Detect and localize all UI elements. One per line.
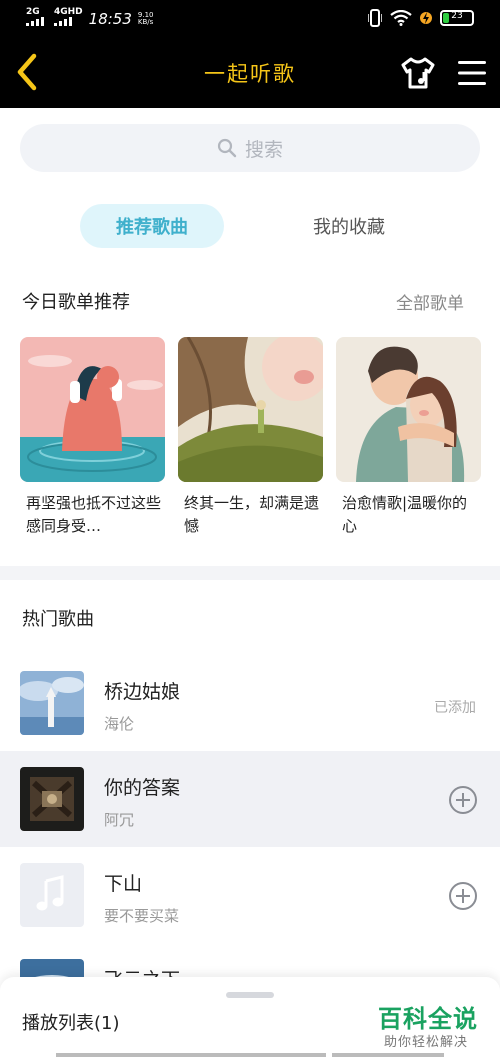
nav-bar-segment bbox=[332, 1053, 444, 1057]
clock: 18:53 bbox=[88, 9, 132, 28]
search-bar[interactable]: 搜索 bbox=[20, 124, 480, 172]
playlist-name: 终其一生，却满是遗憾 bbox=[184, 494, 320, 535]
signal-indicators: 2G bbox=[26, 8, 48, 29]
song-thumbnail bbox=[20, 767, 84, 831]
add-circle-icon[interactable] bbox=[448, 881, 478, 911]
status-right: 23 bbox=[368, 9, 474, 27]
network-4g-label: 4GHD bbox=[54, 7, 83, 17]
song-row[interactable]: 桥边姑娘 海伦 已添加 bbox=[0, 655, 500, 751]
playlist-card[interactable]: 治愈情歌|温暖你的心 bbox=[336, 337, 481, 538]
signal-indicators-2: 4GHD bbox=[54, 8, 83, 29]
song-title: 桥边姑娘 bbox=[104, 681, 181, 703]
song-artist: 阿冗 bbox=[104, 811, 135, 829]
song-row[interactable]: 你的答案 阿冗 bbox=[0, 751, 500, 847]
song-thumbnail bbox=[20, 671, 84, 735]
all-playlists-link[interactable]: 全部歌单 bbox=[396, 289, 464, 314]
playlist-count-label: 播放列表(1) bbox=[22, 1013, 120, 1034]
signal-icon-2 bbox=[54, 17, 72, 26]
playlist-cover bbox=[20, 337, 165, 482]
net-speed: 9.10 KB/s bbox=[137, 11, 154, 26]
watermark-slogan: 助你轻松解决 bbox=[384, 1035, 469, 1050]
song-title: 下山 bbox=[104, 873, 143, 895]
search-placeholder: 搜索 bbox=[244, 138, 283, 161]
playlist-cover bbox=[178, 337, 323, 482]
music-note-icon bbox=[36, 875, 64, 911]
signal-icon bbox=[26, 17, 44, 26]
playlists-section-title: 今日歌单推荐 bbox=[22, 292, 130, 313]
charging-icon bbox=[420, 12, 432, 24]
watermark-brand: 百科全说 bbox=[378, 1005, 478, 1033]
sheet-drag-handle[interactable] bbox=[226, 992, 274, 998]
song-row[interactable]: 下山 要不要买菜 bbox=[0, 847, 500, 943]
battery-icon: 23 bbox=[440, 10, 474, 26]
playlist-cover bbox=[336, 337, 481, 482]
status-left: 2G 4GHD 18:53 9.10 KB/s bbox=[26, 8, 153, 29]
status-bar: 2G 4GHD 18:53 9.10 KB/s 23 bbox=[0, 0, 500, 36]
hot-songs-title: 热门歌曲 bbox=[22, 609, 94, 630]
add-circle-icon[interactable] bbox=[448, 785, 478, 815]
playlist-card[interactable]: 终其一生，却满是遗憾 bbox=[178, 337, 323, 538]
net-speed-unit: KB/s bbox=[137, 17, 154, 26]
tshirt-icon[interactable] bbox=[400, 56, 436, 90]
playlist-card[interactable]: 再坚强也抵不过这些感同身受… bbox=[20, 337, 165, 538]
song-title: 你的答案 bbox=[104, 777, 181, 799]
network-2g-label: 2G bbox=[26, 7, 40, 17]
search-icon bbox=[217, 138, 237, 158]
song-thumbnail bbox=[20, 863, 84, 927]
tab-favorites[interactable]: 我的收藏 bbox=[282, 204, 416, 248]
menu-icon[interactable] bbox=[456, 58, 488, 88]
app-header: 一起听歌 bbox=[0, 36, 500, 108]
nav-bar-segment bbox=[56, 1053, 326, 1057]
wifi-icon bbox=[390, 10, 412, 26]
playlist-name: 再坚强也抵不过这些感同身受… bbox=[26, 494, 162, 535]
playlist-sheet[interactable]: 播放列表(1) 百科全说 助你轻松解决 bbox=[0, 977, 500, 1057]
section-divider bbox=[0, 566, 500, 580]
tab-recommended[interactable]: 推荐歌曲 bbox=[80, 204, 224, 248]
playlist-name: 治愈情歌|温暖你的心 bbox=[342, 494, 468, 535]
battery-level: 23 bbox=[451, 11, 463, 21]
song-artist: 海伦 bbox=[104, 715, 135, 733]
added-status-label: 已添加 bbox=[434, 700, 476, 716]
song-artist: 要不要买菜 bbox=[104, 907, 180, 925]
vibrate-icon bbox=[368, 9, 382, 27]
